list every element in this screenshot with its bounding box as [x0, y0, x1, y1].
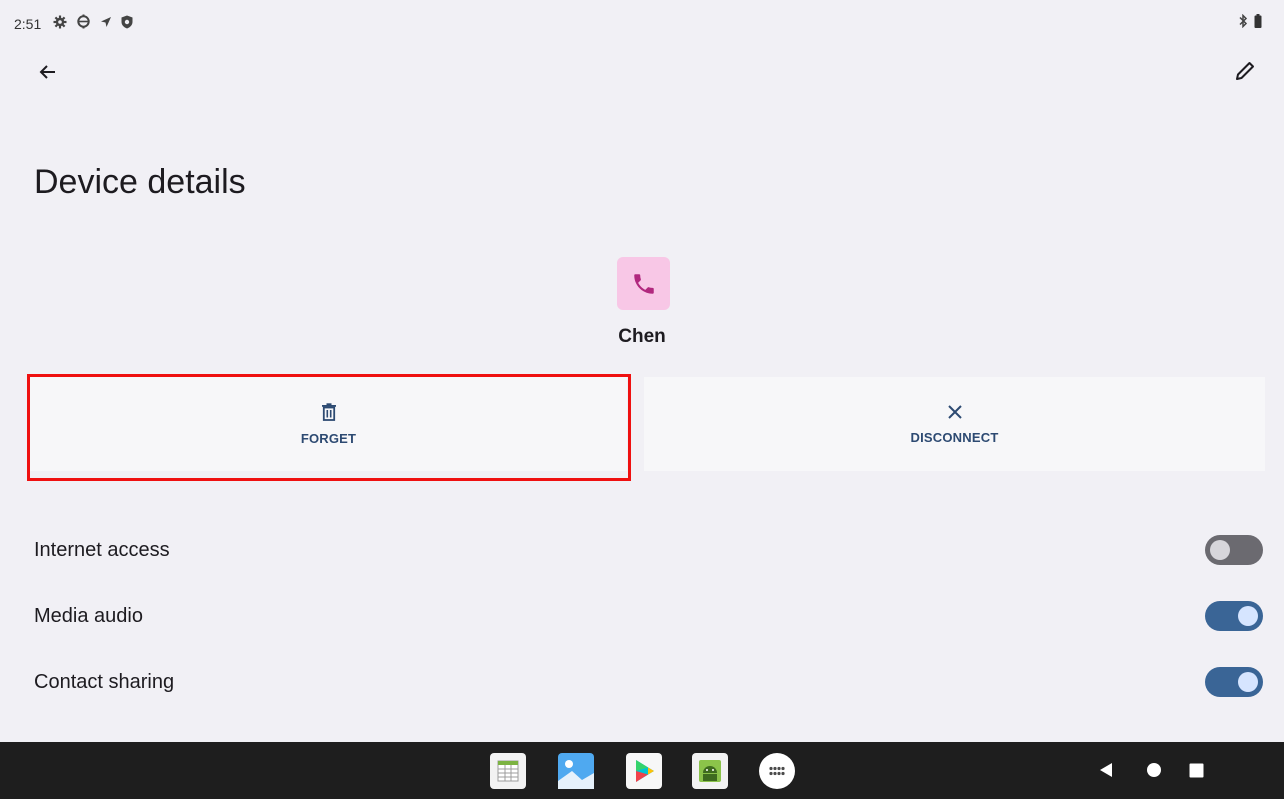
- setting-label: Media audio: [34, 605, 143, 627]
- back-triangle-icon: [1100, 763, 1112, 777]
- home-circle-icon: [1147, 763, 1161, 777]
- setting-row-media-audio[interactable]: Media audio: [0, 588, 1284, 644]
- device-name: Chen: [618, 326, 666, 347]
- trash-icon: [321, 402, 336, 421]
- disconnect-button[interactable]: DISCONNECT: [644, 377, 1265, 471]
- nav-recents-button[interactable]: [1189, 763, 1204, 783]
- setting-row-contact-sharing[interactable]: Contact sharing: [0, 654, 1284, 710]
- toggle-thumb: [1238, 672, 1258, 692]
- forget-label: FORGET: [300, 430, 357, 446]
- status-bar: 2:51: [0, 0, 1284, 32]
- toggle-thumb: [1238, 606, 1258, 626]
- android-app-icon[interactable]: [692, 753, 728, 789]
- toggle-thumb: [1210, 540, 1230, 560]
- back-button[interactable]: [34, 58, 62, 86]
- battery-icon: [1254, 14, 1262, 33]
- device-icon: [617, 257, 670, 310]
- forget-button[interactable]: FORGET: [30, 377, 627, 471]
- spreadsheet-app-icon[interactable]: [490, 753, 526, 789]
- nav-home-button[interactable]: [1146, 762, 1162, 783]
- media-audio-toggle[interactable]: [1205, 601, 1263, 631]
- disconnect-label: DISCONNECT: [910, 429, 999, 445]
- phone-icon: [633, 273, 654, 294]
- photos-app-icon[interactable]: [558, 753, 594, 789]
- settings-gear-icon: [53, 15, 67, 34]
- close-icon: [947, 404, 962, 419]
- page-title: Device details: [34, 163, 246, 201]
- contact-sharing-toggle[interactable]: [1205, 667, 1263, 697]
- setting-label: Internet access: [34, 539, 170, 561]
- play-store-icon[interactable]: [626, 753, 662, 789]
- nav-back-button[interactable]: [1099, 762, 1113, 783]
- setting-label: Contact sharing: [34, 671, 175, 693]
- recents-square-icon: [1189, 763, 1204, 778]
- status-time: 2:51: [14, 16, 42, 32]
- setting-row-internet-access[interactable]: Internet access: [0, 522, 1284, 578]
- internet-access-toggle[interactable]: [1205, 535, 1263, 565]
- app-drawer-icon[interactable]: [759, 753, 795, 789]
- pencil-icon: [1236, 62, 1254, 80]
- navigation-bar: [0, 742, 1284, 799]
- arrow-back-icon: [39, 65, 55, 79]
- location-arrow-icon: [100, 15, 112, 33]
- bluetooth-icon: [1238, 13, 1248, 33]
- debug-gear-icon: [76, 14, 91, 34]
- shield-icon: [121, 15, 133, 34]
- edit-button[interactable]: [1230, 56, 1260, 86]
